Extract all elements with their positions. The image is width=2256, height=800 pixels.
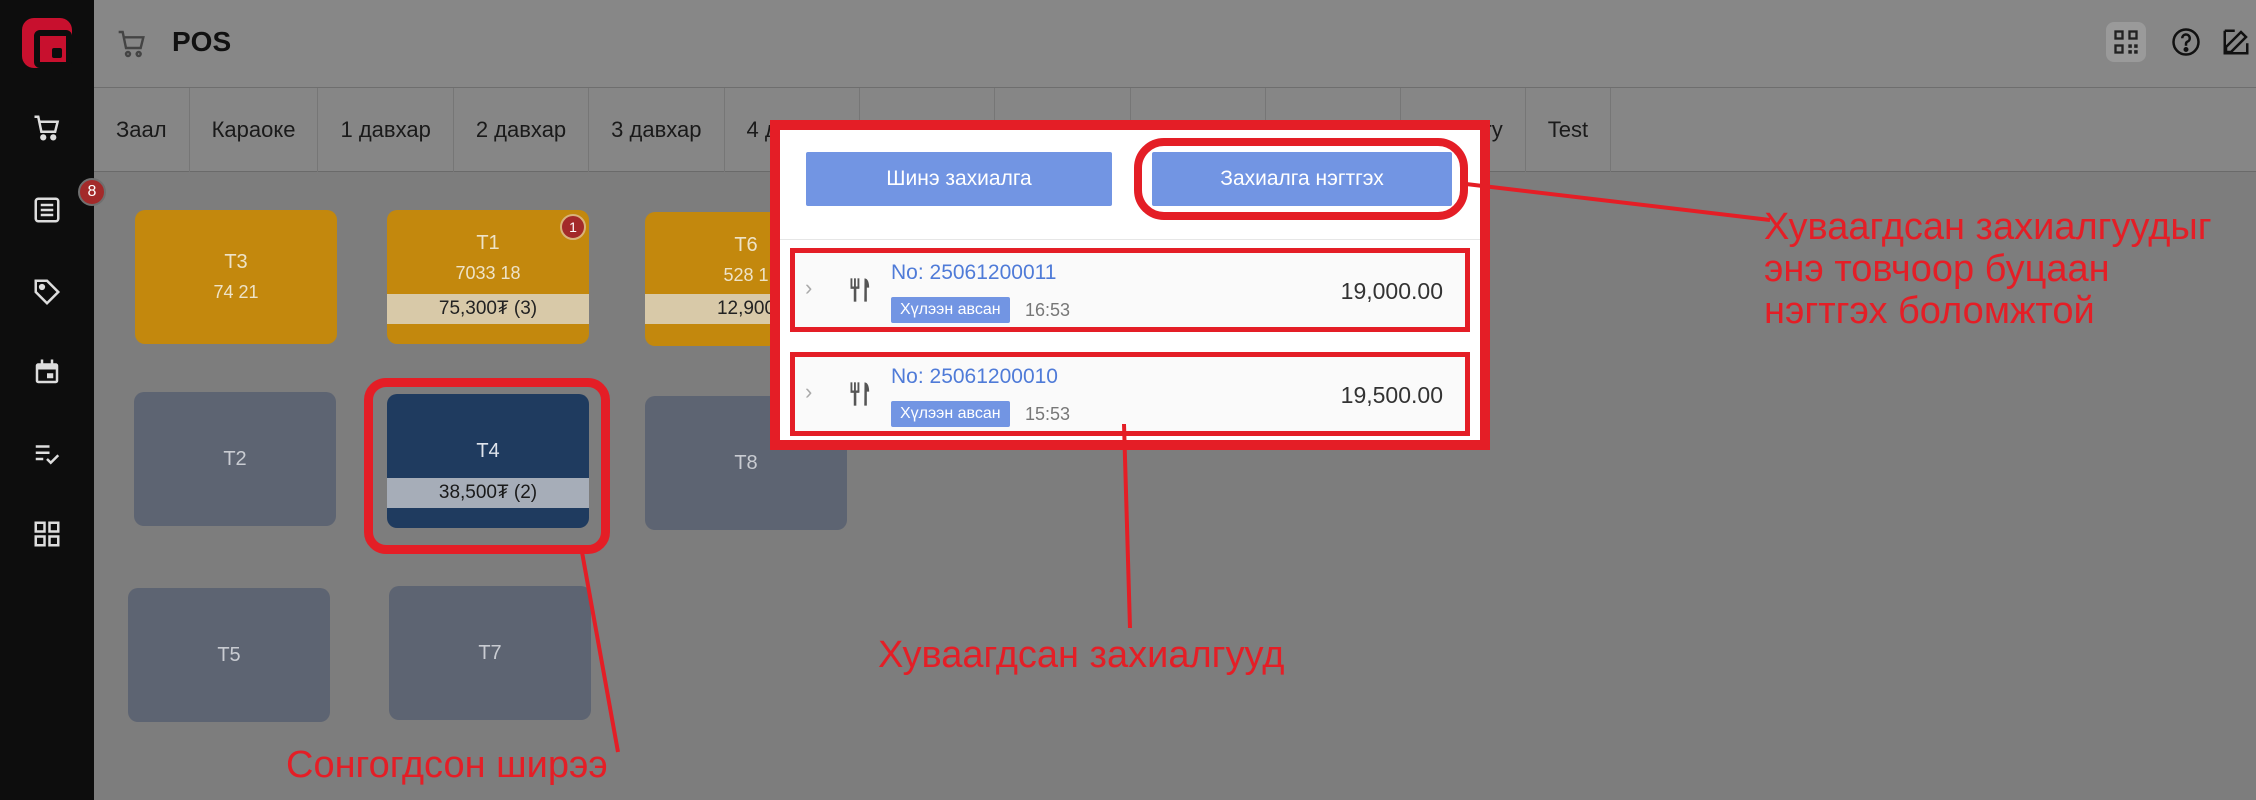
table-name: T1 [476,232,500,254]
table-name: T6 [734,234,758,256]
merge-annotation-line-2: энэ товчоор буцаан [1764,248,2110,290]
order-time: 15:53 [1025,404,1071,424]
cart-icon[interactable] [31,112,63,144]
tab-karaoke[interactable]: Караоке [190,88,319,172]
fork-knife-icon [847,275,875,305]
cart-icon [116,28,148,60]
status-badge: Хүлээн авсан [891,401,1010,427]
order-item[interactable]: › No: 25061200010 Хүлээн авсан 15:53 19,… [790,352,1470,436]
status-badge: Хүлээн авсан [891,297,1010,323]
order-popup-body: Шинэ захиалга Захиалга нэгтгэх › No: 250… [780,130,1480,440]
checklist-icon[interactable] [31,438,63,470]
order-popup: Шинэ захиалга Захиалга нэгтгэх › No: 250… [770,120,1490,450]
top-bar: POS [94,0,2256,88]
edit-icon[interactable] [2216,22,2256,62]
tab-test[interactable]: Test [1526,88,1612,172]
order-price: 19,500.00 [1340,382,1443,408]
table-name: T7 [478,641,502,664]
sidebar: 8 [0,0,106,800]
tab-floor-1[interactable]: 1 давхар [318,88,454,172]
tab-zaal[interactable]: Заал [94,88,190,172]
table-t1[interactable]: 1 T1 7033 18 75,300₮ (3) [387,210,589,344]
order-number[interactable]: No: 25061200010 [891,365,1058,389]
order-item[interactable]: › No: 25061200011 Хүлээн авсан 16:53 19,… [790,248,1470,332]
table-t2[interactable]: T2 [134,392,336,526]
table-name: T3 [224,251,248,273]
popup-actions: Шинэ захиалга Захиалга нэгтгэх [780,130,1480,240]
table-name: T5 [217,643,241,666]
order-time: 16:53 [1025,300,1071,320]
table-t7[interactable]: T7 [389,586,591,720]
table-name: T2 [223,447,247,470]
table-info: 74 21 [213,282,259,302]
order-count-badge: 1 [560,214,586,240]
merge-annotation-line-3: нэгтгэх боломжтой [1764,290,2095,332]
selected-table-annotation: Сонгогдсон ширээ [286,744,608,786]
chevron-right-icon: › [805,379,813,404]
grid-icon[interactable] [31,518,63,550]
calendar-icon[interactable] [31,356,63,388]
table-amount: 75,300₮ (3) [387,294,589,324]
new-order-button[interactable]: Шинэ захиалга [806,152,1112,206]
help-icon[interactable] [2166,22,2206,62]
tag-icon[interactable] [31,276,63,308]
table-t3[interactable]: T3 74 21 [135,210,337,344]
table-t5[interactable]: T5 [128,588,330,722]
fork-knife-icon [847,379,875,409]
qr-code-icon[interactable] [2106,22,2146,62]
list-icon[interactable] [31,194,63,226]
page-title: POS [172,26,232,57]
table-info: 528 1 [723,265,769,285]
split-orders-annotation: Хуваагдсан захиалгууд [878,634,1285,676]
merge-annotation-line-1: Хуваагдсан захиалгуудыг [1764,206,2212,248]
chevron-right-icon: › [805,275,813,300]
selected-table-highlight [364,378,610,554]
table-name: T8 [734,451,758,474]
tab-floor-3[interactable]: 3 давхар [589,88,725,172]
merge-orders-button[interactable]: Захиалга нэгтгэх [1152,152,1452,206]
logo-icon[interactable] [22,18,72,68]
sidebar-badge: 8 [78,178,106,206]
order-number[interactable]: No: 25061200011 [891,261,1056,285]
table-info: 7033 18 [455,263,521,283]
tab-floor-2[interactable]: 2 давхар [454,88,590,172]
order-price: 19,000.00 [1340,278,1443,304]
